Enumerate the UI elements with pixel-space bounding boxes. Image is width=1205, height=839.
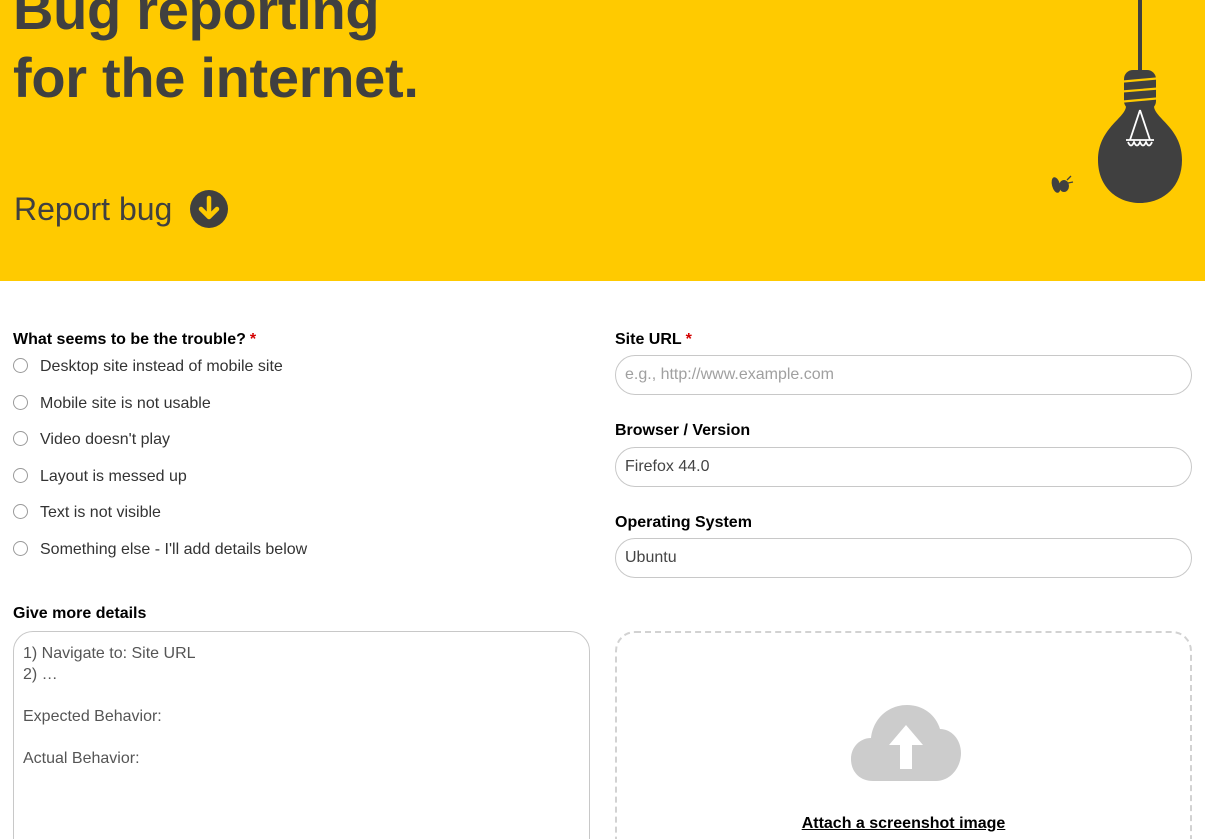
report-bug-link[interactable]: Report bug <box>14 187 229 231</box>
radio-desktop-site[interactable]: Desktop site instead of mobile site <box>13 357 283 376</box>
radio-label: Layout is messed up <box>40 468 187 485</box>
details-line <box>23 727 580 748</box>
cloud-upload-icon <box>851 705 961 781</box>
details-textarea[interactable]: 1) Navigate to: Site URL 2) … Expected B… <box>13 631 590 839</box>
radio-something-else[interactable]: Something else - I'll add details below <box>13 540 308 559</box>
radio-button[interactable] <box>13 467 28 483</box>
radio-button[interactable] <box>13 540 28 556</box>
screenshot-dropzone[interactable]: Attach a screenshot image <box>615 631 1192 839</box>
hero-title-line-1: Bug reporting <box>13 0 380 41</box>
trouble-label-text: What seems to be the trouble? <box>13 331 246 348</box>
radio-label: Something else - I'll add details below <box>40 541 308 558</box>
radio-layout-messed-up[interactable]: Layout is messed up <box>13 467 187 486</box>
attach-screenshot-link[interactable]: Attach a screenshot image <box>617 815 1190 833</box>
radio-mobile-not-usable[interactable]: Mobile site is not usable <box>13 394 211 413</box>
details-line: Expected Behavior: <box>23 708 162 725</box>
radio-label: Text is not visible <box>40 504 161 521</box>
radio-video-doesnt-play[interactable]: Video doesn't play <box>13 430 170 449</box>
details-line: 2) … <box>23 666 58 683</box>
radio-button[interactable] <box>13 394 28 410</box>
radio-button[interactable] <box>13 430 28 446</box>
radio-label: Mobile site is not usable <box>40 395 211 412</box>
hero-title: Bug reporting for the internet. <box>13 0 419 112</box>
radio-label: Desktop site instead of mobile site <box>40 358 283 375</box>
browser-label: Browser / Version <box>615 422 751 439</box>
browser-input[interactable]: Firefox 44.0 <box>615 447 1192 487</box>
required-mark: * <box>249 331 257 348</box>
details-line: 1) Navigate to: Site URL <box>23 645 196 662</box>
details-line: Actual Behavior: <box>23 750 140 767</box>
details-label: Give more details <box>13 605 147 622</box>
os-input[interactable]: Ubuntu <box>615 538 1192 578</box>
hanging-lightbulb-icon <box>1051 0 1182 203</box>
arrow-down-circle-icon <box>190 190 229 228</box>
radio-label: Video doesn't play <box>40 431 170 448</box>
site-url-label-text: Site URL <box>615 331 682 348</box>
site-url-input[interactable]: e.g., http://www.example.com <box>615 355 1192 395</box>
hero-title-line-2: for the internet. <box>13 46 419 109</box>
site-url-label: Site URL * <box>615 331 692 349</box>
radio-text-not-visible[interactable]: Text is not visible <box>13 503 161 522</box>
hero-banner: Bug reporting for the internet. Report b… <box>0 0 1205 281</box>
os-label: Operating System <box>615 514 752 531</box>
report-bug-label: Report bug <box>14 191 173 227</box>
required-mark: * <box>685 331 692 348</box>
bug-icon <box>1051 175 1074 193</box>
trouble-label: What seems to be the trouble? * <box>13 331 256 349</box>
radio-button[interactable] <box>13 503 28 519</box>
details-line <box>23 685 580 706</box>
radio-button[interactable] <box>13 357 28 373</box>
